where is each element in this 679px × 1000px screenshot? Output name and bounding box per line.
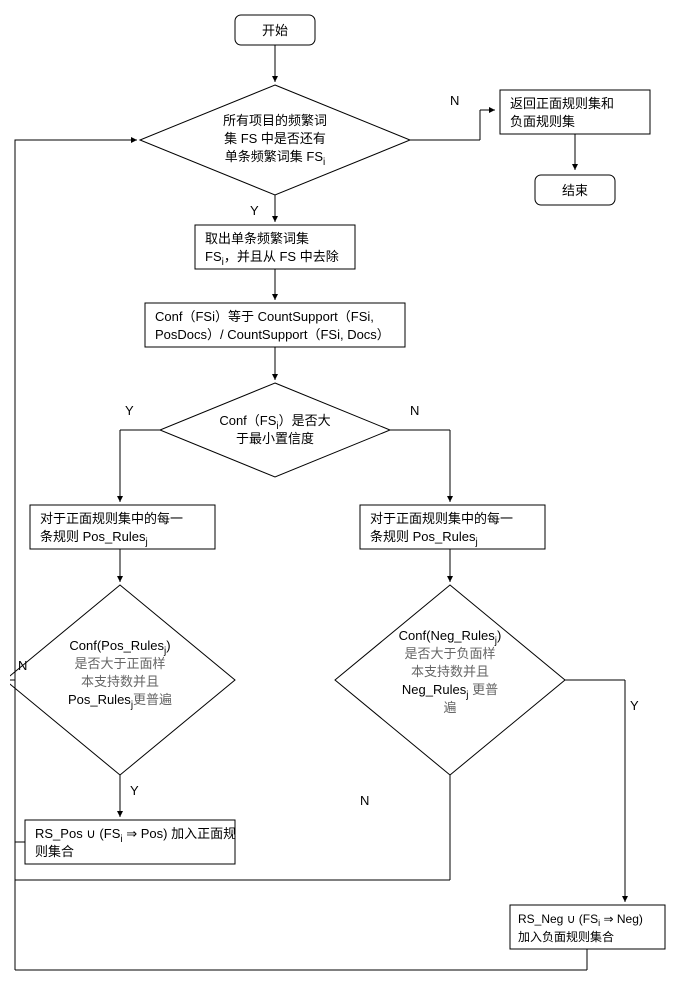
d2-n-label: N	[410, 403, 419, 418]
p6-line1: RS_Neg ∪ (FSi ⇒ Neg)	[518, 912, 643, 928]
d4-n-label: N	[360, 793, 369, 808]
decision-neg-rule-check	[335, 585, 565, 775]
d4-y-label: Y	[630, 698, 639, 713]
p3-line1: 对于正面规则集中的每一	[40, 511, 183, 526]
d4-line5: 遍	[443, 700, 456, 715]
d3-y-label: Y	[130, 783, 139, 798]
d3-n-label: N	[18, 658, 27, 673]
end-label: 结束	[562, 183, 588, 198]
p1-line1: 取出单条频繁词集	[205, 231, 309, 246]
p2-line1: Conf（FSi）等于 CountSupport（FSi,	[155, 309, 374, 324]
d1-line1: 所有项目的频繁词	[223, 113, 327, 128]
ret-line2: 负面规则集	[510, 114, 575, 129]
p4-line1: 对于正面规则集中的每一	[370, 511, 513, 526]
d2-y-label: Y	[125, 403, 134, 418]
ret-line1: 返回正面规则集和	[510, 96, 614, 111]
d4-line3: 本支持数并且	[411, 664, 489, 679]
d3-line2: 是否大于正面样	[74, 656, 165, 671]
d1-n-label: N	[450, 93, 459, 108]
start-label: 开始	[262, 23, 288, 38]
d2-line2: 于最小置信度	[236, 431, 314, 446]
p6-line2: 加入负面规则集合	[518, 929, 614, 944]
decision-conf-min	[160, 383, 390, 477]
flowchart: 开始 所有项目的频繁词 集 FS 中是否还有 单条频繁词集 FSi N 返回正面…	[10, 10, 669, 990]
d4-line2: 是否大于负面样	[404, 646, 495, 661]
d1-y-label: Y	[250, 203, 259, 218]
d3-line3: 本支持数并且	[81, 674, 159, 689]
p2-line2: PosDocs）/ CountSupport（FSi, Docs）	[155, 327, 390, 342]
p5-line2: 则集合	[35, 844, 74, 859]
d1-line2: 集 FS 中是否还有	[224, 131, 326, 146]
